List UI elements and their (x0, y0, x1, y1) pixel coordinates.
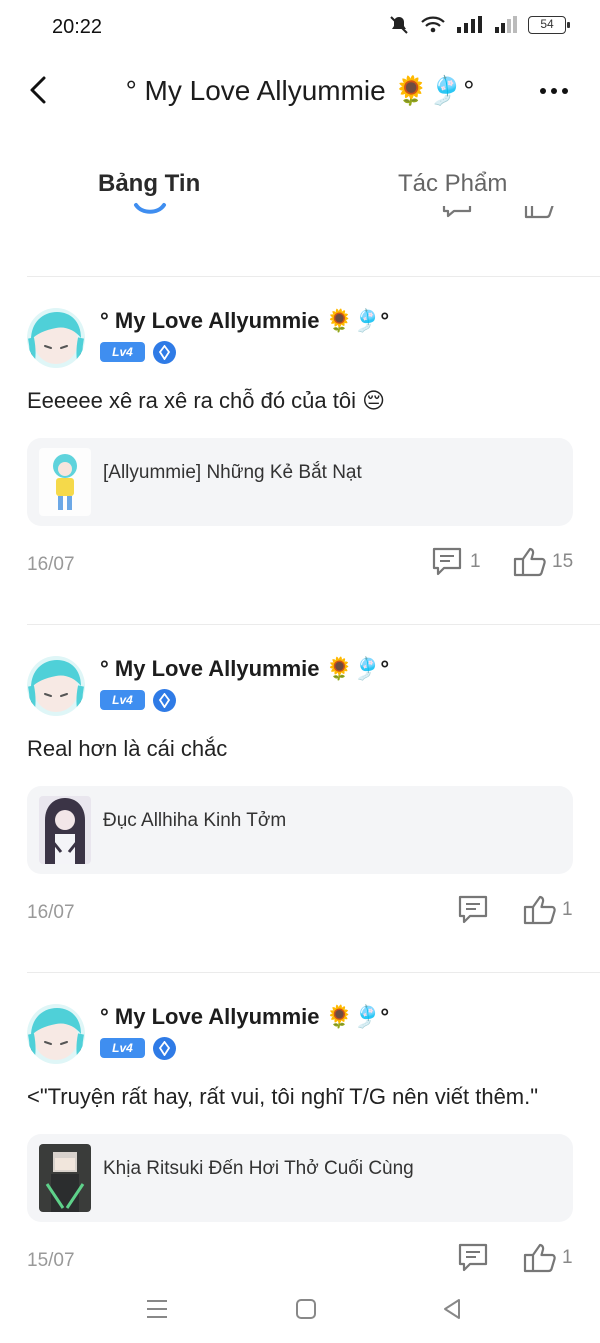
like-button[interactable]: 1 (522, 892, 573, 928)
post-item[interactable]: ° My Love Allyummie 🌻🎐° Lv4 <"Truyện rất… (0, 972, 600, 1280)
post-author[interactable]: ° My Love Allyummie 🌻🎐° (100, 308, 389, 334)
post-author[interactable]: ° My Love Allyummie 🌻🎐° (100, 1004, 389, 1030)
nav-bar: ° My Love Allyummie 🌻🎐° (0, 60, 600, 124)
comment-icon (432, 547, 462, 576)
avatar[interactable] (27, 1004, 85, 1064)
like-icon (523, 895, 556, 925)
story-card[interactable]: [Allyummie] Những Kẻ Bắt Nạt (27, 438, 573, 526)
like-count: 15 (552, 551, 574, 572)
comment-count: 1 (470, 551, 481, 572)
more-button[interactable] (534, 76, 574, 106)
level-badge: Lv4 (100, 1038, 145, 1058)
level-badge: Lv4 (100, 342, 145, 362)
comment-button[interactable]: 1 (430, 544, 481, 580)
system-nav-bar (0, 1280, 600, 1343)
feed-list[interactable]: ° My Love Allyummie 🌻🎐° Lv4 Eeeeee xê ra… (0, 200, 600, 1280)
status-icons: 54 (388, 14, 570, 36)
battery-indicator: 54 (528, 16, 570, 34)
like-icon (523, 1243, 556, 1273)
signal-weak-icon (495, 16, 517, 33)
like-button[interactable]: 15 (512, 544, 573, 580)
comment-icon (458, 1243, 488, 1272)
post-item[interactable]: ° My Love Allyummie 🌻🎐° Lv4 Real hơn là … (0, 624, 600, 964)
post-date: 16/07 (27, 554, 75, 575)
post-text: Eeeeee xê ra xê ra chỗ đó của tôi 😔 (27, 388, 386, 413)
vip-icon (153, 341, 176, 364)
home-icon (296, 1299, 316, 1319)
more-icon-dot (562, 88, 568, 94)
more-icon (540, 88, 546, 94)
post-text: <"Truyện rất hay, rất vui, tôi nghĩ T/G … (27, 1084, 539, 1109)
tab-active-indicator (134, 203, 166, 214)
home-button[interactable] (286, 1294, 326, 1324)
story-title: [Allyummie] Những Kẻ Bắt Nạt (103, 462, 362, 483)
mute-bell-icon (390, 16, 408, 34)
wifi-icon (421, 16, 445, 33)
like-count: 1 (562, 899, 573, 920)
status-bar: 20:22 54 (0, 0, 600, 56)
level-badge: Lv4 (100, 690, 145, 710)
vip-icon (153, 689, 176, 712)
like-icon (513, 547, 546, 577)
story-card[interactable]: Khịa Ritsuki Đến Hơi Thở Cuối Cùng (27, 1134, 573, 1222)
post-author[interactable]: ° My Love Allyummie 🌻🎐° (100, 656, 389, 682)
story-thumbnail (39, 448, 91, 516)
system-back-button[interactable] (432, 1294, 472, 1324)
signal-icon (457, 16, 482, 33)
like-count: 1 (562, 1247, 573, 1268)
story-thumbnail (39, 796, 91, 864)
tab-bar: Bảng Tin Tác Phẩm (0, 160, 600, 214)
story-card[interactable]: Đục Allhiha Kinh Tởm (27, 786, 573, 874)
story-title: Khịa Ritsuki Đến Hơi Thở Cuối Cùng (103, 1158, 414, 1179)
page-title: ° My Love Allyummie 🌻🎐° (125, 75, 475, 106)
story-title: Đục Allhiha Kinh Tởm (103, 810, 287, 831)
post-date: 16/07 (27, 902, 75, 923)
vip-icon (153, 1037, 176, 1060)
back-triangle-icon (444, 1299, 460, 1319)
tab-works[interactable]: Tác Phẩm (398, 170, 507, 198)
back-button[interactable] (20, 72, 56, 108)
status-time: 20:22 (52, 16, 103, 38)
avatar[interactable] (27, 308, 85, 368)
post-text: Real hơn là cái chắc (27, 736, 228, 761)
post-item[interactable]: ° My Love Allyummie 🌻🎐° Lv4 Eeeeee xê ra… (0, 276, 600, 616)
back-icon (30, 76, 46, 104)
comment-button[interactable] (456, 892, 496, 928)
more-icon-dot (551, 88, 557, 94)
story-thumbnail (39, 1144, 91, 1212)
menu-button[interactable] (137, 1294, 177, 1324)
comment-button[interactable] (456, 1240, 496, 1276)
post-date: 15/07 (27, 1250, 75, 1271)
menu-icon (147, 1300, 167, 1318)
tab-news-feed[interactable]: Bảng Tin (98, 170, 200, 198)
comment-icon (458, 895, 488, 924)
avatar[interactable] (27, 656, 85, 716)
like-button[interactable]: 1 (522, 1240, 573, 1276)
